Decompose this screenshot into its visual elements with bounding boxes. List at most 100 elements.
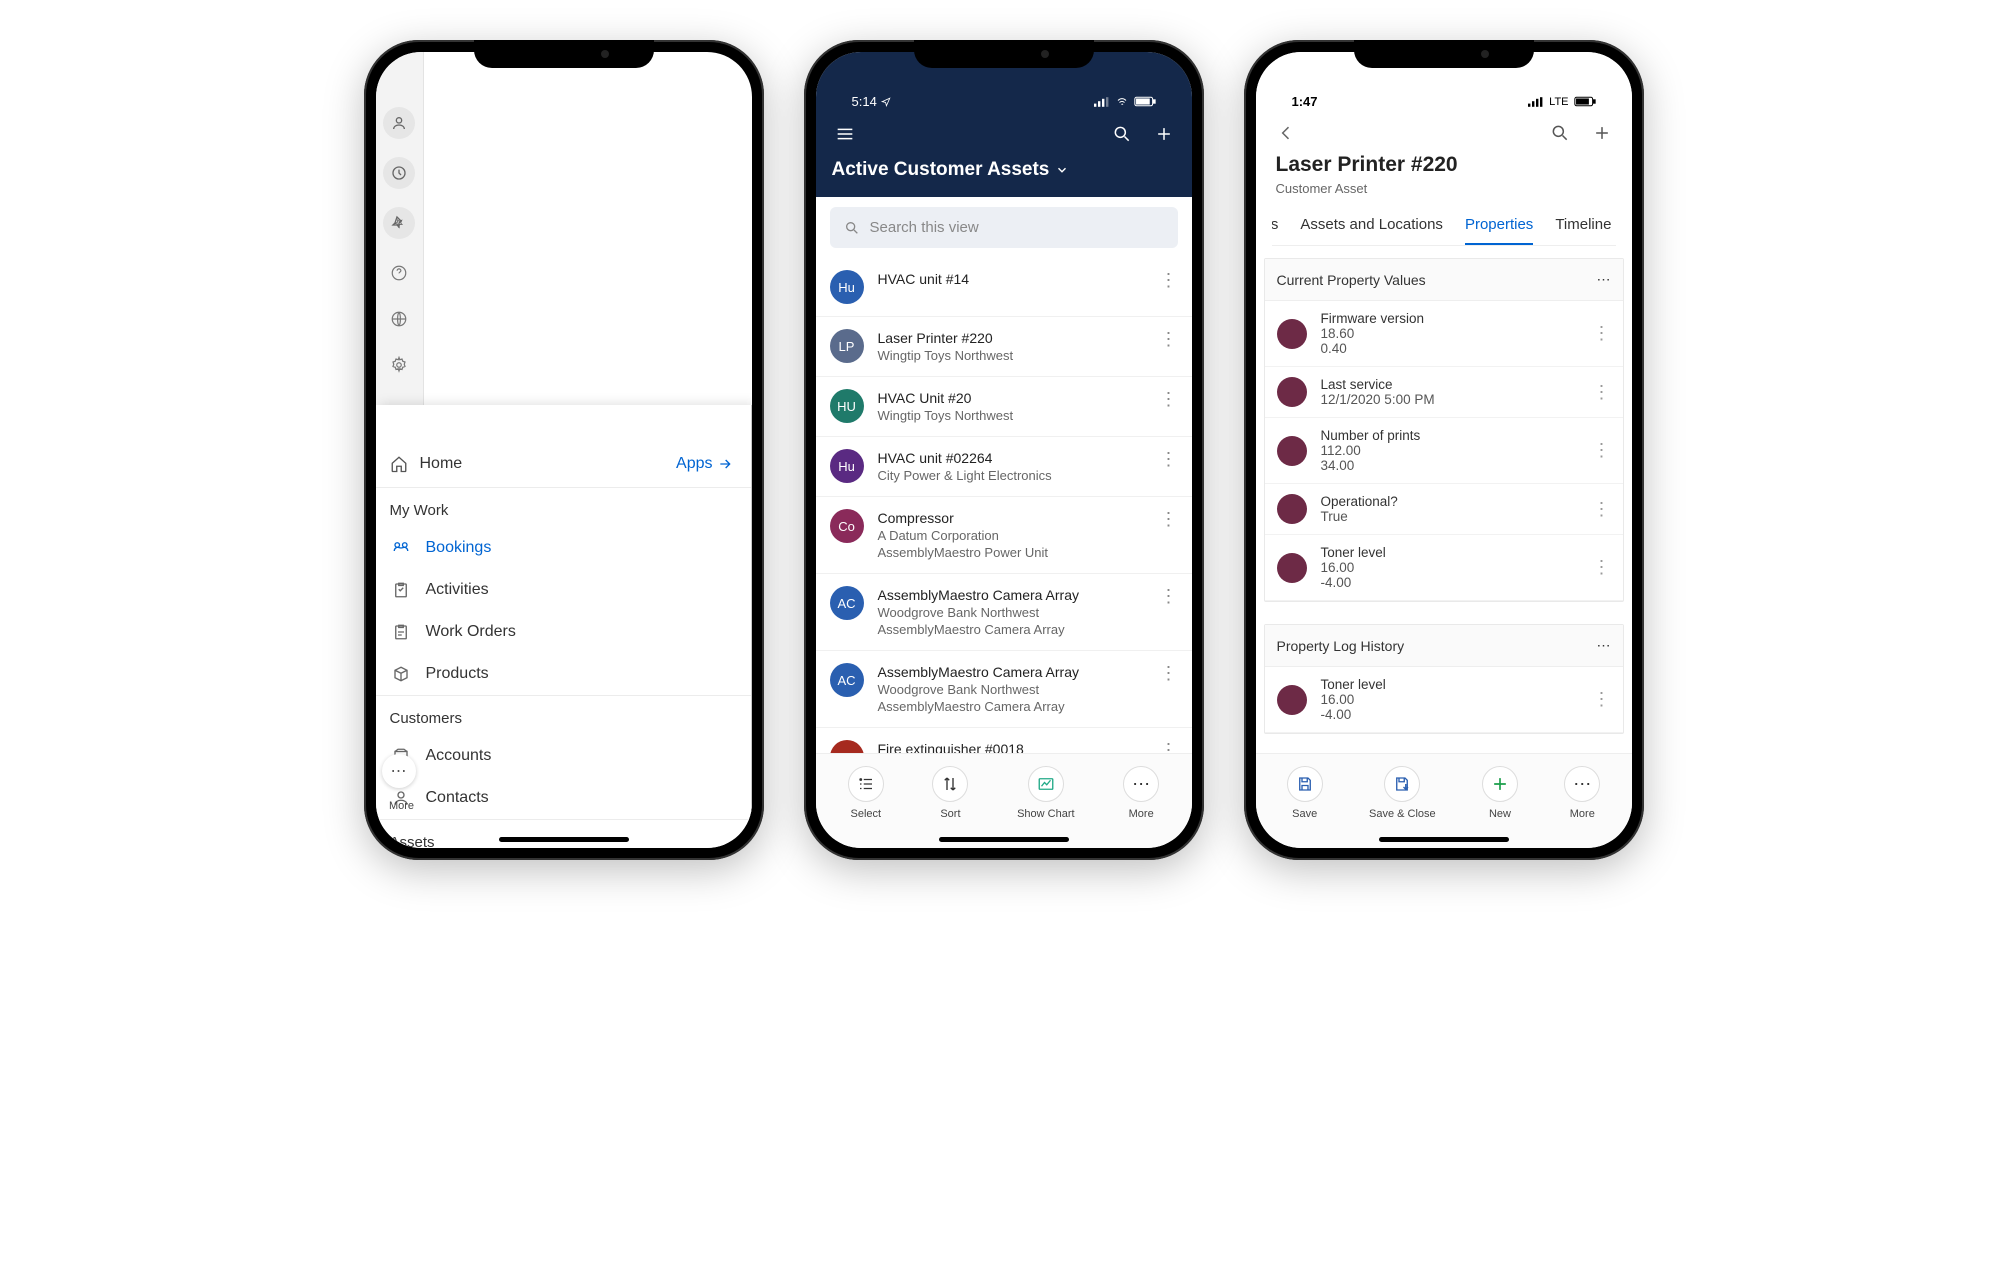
property-more-button[interactable]: ⋮ xyxy=(1593,440,1611,461)
row-more-button[interactable]: ⋮ xyxy=(1152,389,1178,410)
property-dot-icon xyxy=(1277,377,1307,407)
row-more-button[interactable]: ⋮ xyxy=(1152,509,1178,530)
row-title: HVAC unit #02264 xyxy=(878,449,1152,467)
nav-home[interactable]: Home xyxy=(420,455,463,473)
tab-assets-locations[interactable]: Assets and Locations xyxy=(1300,210,1443,245)
nav-item-contacts[interactable]: Contacts xyxy=(376,777,751,819)
row-more-button[interactable]: ⋮ xyxy=(1152,449,1178,470)
products-icon xyxy=(390,665,412,683)
avatar: Hu xyxy=(830,270,864,304)
property-more-button[interactable]: ⋮ xyxy=(1593,689,1611,710)
property-more-button[interactable]: ⋮ xyxy=(1593,323,1611,344)
status-network: LTE xyxy=(1549,96,1568,108)
rail-profile-button[interactable] xyxy=(383,107,415,139)
section-title: Current Property Values xyxy=(1277,272,1426,288)
action-label: Save & Close xyxy=(1369,808,1436,820)
tab-clipped[interactable]: ers xyxy=(1272,210,1279,245)
home-indicator[interactable] xyxy=(939,837,1069,842)
row-title: Laser Printer #220 xyxy=(878,329,1152,347)
bottom-action-new[interactable]: New xyxy=(1482,766,1518,820)
rail-settings-button[interactable] xyxy=(383,349,415,381)
nav-item-bookings[interactable]: Bookings xyxy=(376,527,751,569)
view-title-dropdown[interactable]: Active Customer Assets xyxy=(832,159,1176,181)
property-more-button[interactable]: ⋮ xyxy=(1593,382,1611,403)
row-more-button[interactable]: ⋮ xyxy=(1152,270,1178,291)
rail-recent-button[interactable] xyxy=(383,157,415,189)
back-button[interactable] xyxy=(1276,123,1296,143)
bottom-action-select[interactable]: Select xyxy=(848,766,884,820)
rail-pin-button[interactable] xyxy=(383,207,415,239)
home-indicator[interactable] xyxy=(1379,837,1509,842)
hamburger-button[interactable] xyxy=(834,123,856,145)
section-more-button[interactable]: ⋯ xyxy=(1597,637,1611,654)
row-more-button[interactable]: ⋮ xyxy=(1152,329,1178,350)
bottom-action-more[interactable]: ⋯ More xyxy=(1123,766,1159,820)
nav-item-products[interactable]: Products xyxy=(376,653,751,695)
rail-help-button[interactable] xyxy=(383,257,415,289)
action-icon xyxy=(848,766,884,802)
bottom-action-sort[interactable]: Sort xyxy=(932,766,968,820)
signal-icon xyxy=(1094,97,1110,107)
bottom-action-save-close[interactable]: Save & Close xyxy=(1369,766,1436,820)
bottom-action-save[interactable]: Save xyxy=(1287,766,1323,820)
section-more-button[interactable]: ⋯ xyxy=(1597,271,1611,288)
bottom-action-show-chart[interactable]: Show Chart xyxy=(1017,766,1074,820)
more-fab[interactable]: ⋯ xyxy=(382,754,416,788)
section-assets: Assets xyxy=(376,820,751,848)
chevron-down-icon xyxy=(1055,163,1069,177)
property-dot-icon xyxy=(1277,319,1307,349)
property-row[interactable]: Toner level 16.00 -4.00 ⋮ xyxy=(1265,535,1623,601)
asset-row[interactable]: HU HVAC Unit #20 Wingtip Toys Northwest … xyxy=(816,377,1192,437)
rail-globe-button[interactable] xyxy=(383,303,415,335)
row-more-button[interactable]: ⋮ xyxy=(1152,586,1178,607)
search-icon xyxy=(844,220,860,236)
record-title: Laser Printer #220 xyxy=(1272,151,1616,179)
home-indicator[interactable] xyxy=(499,837,629,842)
home-icon xyxy=(390,455,408,473)
status-right xyxy=(1094,94,1156,109)
row-more-button[interactable]: ⋮ xyxy=(1152,663,1178,684)
asset-row[interactable]: Fe Fire extinguisher #0018 Woodgrove Ban… xyxy=(816,728,1192,753)
action-icon: ⋯ xyxy=(1123,766,1159,802)
asset-row[interactable]: Co Compressor A Datum Corporation Assemb… xyxy=(816,497,1192,574)
nav-item-workorders[interactable]: Work Orders xyxy=(376,611,751,653)
search-button[interactable] xyxy=(1550,123,1570,143)
action-label: Show Chart xyxy=(1017,808,1074,820)
asset-row[interactable]: Hu HVAC unit #02264 City Power & Light E… xyxy=(816,437,1192,497)
tab-timeline[interactable]: Timeline xyxy=(1555,210,1611,245)
action-label: Sort xyxy=(940,808,960,820)
property-row[interactable]: Toner level 16.00 -4.00 ⋮ xyxy=(1265,667,1623,733)
row-subtitle: Woodgrove Bank Northwest xyxy=(878,681,1152,698)
asset-row[interactable]: AC AssemblyMaestro Camera Array Woodgrov… xyxy=(816,651,1192,728)
add-button[interactable] xyxy=(1592,123,1612,143)
row-subtitle: Wingtip Toys Northwest xyxy=(878,347,1152,364)
property-row[interactable]: Operational? True ⋮ xyxy=(1265,484,1623,535)
row-subtitle: A Datum Corporation xyxy=(878,527,1152,544)
property-delta: -4.00 xyxy=(1321,707,1593,722)
row-more-button[interactable]: ⋮ xyxy=(1152,740,1178,753)
property-row[interactable]: Last service 12/1/2020 5:00 PM ⋮ xyxy=(1265,367,1623,418)
bottom-action-more[interactable]: ⋯More xyxy=(1564,766,1600,820)
property-row[interactable]: Firmware version 18.60 0.40 ⋮ xyxy=(1265,301,1623,367)
action-icon xyxy=(1287,766,1323,802)
search-button[interactable] xyxy=(1112,124,1132,144)
row-title: HVAC Unit #20 xyxy=(878,389,1152,407)
asset-list[interactable]: Hu HVAC unit #14 ⋮ LP Laser Printer #220… xyxy=(816,258,1192,753)
asset-row[interactable]: AC AssemblyMaestro Camera Array Woodgrov… xyxy=(816,574,1192,651)
property-more-button[interactable]: ⋮ xyxy=(1593,557,1611,578)
section-current-properties: Current Property Values ⋯ Firmware versi… xyxy=(1264,258,1624,602)
nav-item-accounts[interactable]: Accounts xyxy=(376,735,751,777)
asset-row[interactable]: Hu HVAC unit #14 ⋮ xyxy=(816,258,1192,317)
tab-properties[interactable]: Properties xyxy=(1465,210,1533,245)
apps-link[interactable]: Apps xyxy=(676,455,732,473)
search-input[interactable]: Search this view xyxy=(830,207,1178,248)
action-label: More xyxy=(1129,808,1154,820)
row-title: HVAC unit #14 xyxy=(878,270,1152,288)
property-row[interactable]: Number of prints 112.00 34.00 ⋮ xyxy=(1265,418,1623,484)
status-time: 1:47 xyxy=(1292,94,1318,109)
property-more-button[interactable]: ⋮ xyxy=(1593,499,1611,520)
add-button[interactable] xyxy=(1154,124,1174,144)
nav-item-activities[interactable]: Activities xyxy=(376,569,751,611)
asset-row[interactable]: LP Laser Printer #220 Wingtip Toys North… xyxy=(816,317,1192,377)
view-title: Active Customer Assets xyxy=(832,159,1050,181)
